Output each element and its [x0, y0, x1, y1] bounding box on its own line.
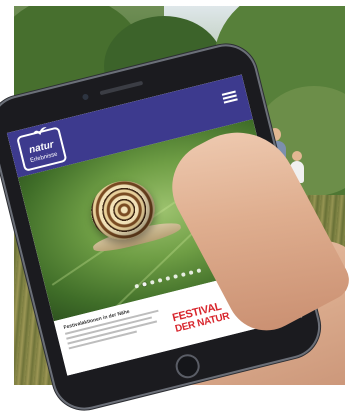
carousel-dot[interactable] [180, 272, 186, 277]
carousel-dot[interactable] [149, 279, 155, 285]
home-button[interactable] [173, 351, 203, 381]
earpiece-speaker [99, 80, 144, 96]
hamburger-menu-icon[interactable] [221, 90, 238, 104]
front-camera [81, 93, 90, 101]
carousel-dot[interactable] [157, 277, 163, 283]
person-child-head [292, 151, 302, 161]
carousel-dot[interactable] [188, 270, 194, 276]
carousel-dot[interactable] [196, 268, 202, 274]
app-logo[interactable]: natur Erlebnisse [16, 126, 68, 172]
carousel-dot[interactable] [173, 274, 179, 279]
carousel-dot[interactable] [142, 281, 147, 287]
bird-icon [32, 127, 47, 136]
carousel-dot[interactable] [165, 276, 171, 281]
carousel-dot[interactable] [134, 283, 140, 289]
